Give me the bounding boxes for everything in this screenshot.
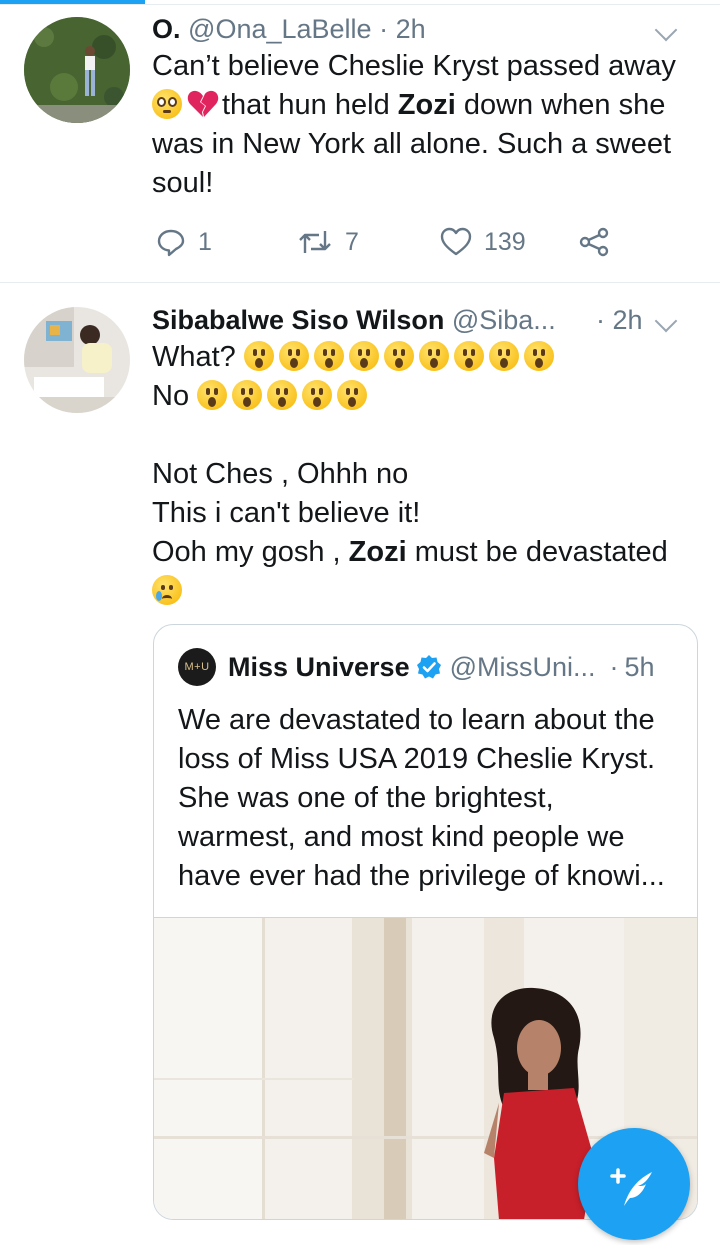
bold-mention: Zozi xyxy=(348,536,407,568)
text-segment: No xyxy=(152,380,190,412)
shocked-emoji-row xyxy=(243,341,559,373)
astonished-face-icon xyxy=(243,341,274,371)
text-line: that hun held Zozi down when she xyxy=(152,86,700,125)
quoted-tweet-header: M+U Miss Universe @MissUni... · 5h xyxy=(178,648,655,686)
text-line: No xyxy=(152,377,700,416)
shocked-emoji-row xyxy=(197,380,372,412)
reply-count: 1 xyxy=(198,227,212,256)
like-button[interactable]: 139 xyxy=(440,222,526,262)
text-line: soul! xyxy=(152,167,214,199)
avatar[interactable] xyxy=(24,17,130,123)
astonished-face-icon xyxy=(348,341,379,371)
bold-mention: Zozi xyxy=(397,89,456,121)
quoted-avatar[interactable]: M+U xyxy=(178,648,216,686)
tweet-text: What? No Not Ches , Ohhh no This i can't… xyxy=(152,338,700,611)
text-line: loss of Miss USA 2019 Cheslie Kryst. xyxy=(178,743,656,775)
quoted-display-name[interactable]: Miss Universe xyxy=(228,649,410,685)
separator-dot: · xyxy=(596,305,605,335)
text-segment: that hun held xyxy=(222,89,398,121)
text-line: Ooh my gosh , Zozi must be devastated xyxy=(152,533,700,572)
astonished-face-icon xyxy=(337,380,368,410)
astonished-face-icon xyxy=(313,341,344,371)
text-line: warmest, and most kind people we xyxy=(178,821,625,853)
retweet-icon xyxy=(299,231,331,253)
astonished-face-icon xyxy=(453,341,484,371)
tweet-text: Can’t believe Cheslie Kryst passed away … xyxy=(152,47,700,203)
retweet-button[interactable]: 7 xyxy=(297,222,359,262)
text-segment: must be devastated xyxy=(406,536,668,568)
astonished-face-icon xyxy=(523,341,554,371)
quoted-timestamp[interactable]: 5h xyxy=(625,649,655,685)
reply-button[interactable]: 1 xyxy=(156,222,212,262)
separator-dot: · xyxy=(379,14,389,44)
astonished-face-icon xyxy=(232,380,263,410)
astonished-face-icon xyxy=(278,341,309,371)
compose-tweet-button[interactable] xyxy=(578,1128,690,1240)
share-button[interactable] xyxy=(578,222,610,262)
compose-tweet-icon xyxy=(610,1168,652,1206)
tweet-header: Sibabalwe Siso Wilson @Siba... · 2h xyxy=(152,303,700,337)
separator-dot: · xyxy=(609,652,619,682)
handle[interactable]: @Ona_LaBelle xyxy=(188,14,372,44)
avatar[interactable] xyxy=(24,307,130,413)
share-icon xyxy=(579,227,609,257)
text-line: have ever had the privilege of knowi... xyxy=(178,860,665,892)
astonished-face-icon xyxy=(267,380,298,410)
timestamp[interactable]: 2h xyxy=(613,305,643,335)
like-count: 139 xyxy=(484,227,526,256)
text-line: She was one of the brightest, xyxy=(178,782,554,814)
text-line: We are devastated to learn about the xyxy=(178,704,655,736)
astonished-face-icon xyxy=(383,341,414,371)
tweet-1[interactable]: O. @Ona_LaBelle · 2h Can’t believe Chesl… xyxy=(0,0,720,283)
handle[interactable]: @Siba... xyxy=(452,305,556,335)
broken-heart-icon xyxy=(187,90,219,117)
text-line: was in New York all alone. Such a sweet xyxy=(152,128,672,160)
tweet-header: O. @Ona_LaBelle · 2h xyxy=(152,12,700,46)
verified-badge-icon xyxy=(416,655,441,679)
text-line: Not Ches , Ohhh no xyxy=(152,458,409,490)
text-line: This i can't believe it! xyxy=(152,497,421,529)
crying-face-icon xyxy=(152,575,182,605)
astonished-face-icon xyxy=(488,341,519,371)
pleading-face-icon xyxy=(152,89,182,119)
timestamp[interactable]: 2h xyxy=(396,14,426,44)
text-segment: Ooh my gosh , xyxy=(152,536,349,568)
text-segment: What? xyxy=(152,341,236,373)
text-line xyxy=(152,572,700,611)
text-segment: down when she xyxy=(455,89,666,121)
reply-icon xyxy=(157,229,185,257)
retweet-count: 7 xyxy=(345,227,359,256)
display-name[interactable]: Sibabalwe Siso Wilson xyxy=(152,305,444,335)
display-name[interactable]: O. xyxy=(152,14,181,44)
quoted-tweet-text: We are devastated to learn about the los… xyxy=(178,701,677,896)
astonished-face-icon xyxy=(197,380,228,410)
quoted-handle[interactable]: @MissUni... xyxy=(450,649,596,685)
astonished-face-icon xyxy=(302,380,333,410)
heart-icon xyxy=(440,227,472,256)
astonished-face-icon xyxy=(418,341,449,371)
tweet-actions: 1 7 139 xyxy=(152,222,712,262)
text-line: What? xyxy=(152,338,700,377)
text-line: Can’t believe Cheslie Kryst passed away xyxy=(152,50,676,82)
